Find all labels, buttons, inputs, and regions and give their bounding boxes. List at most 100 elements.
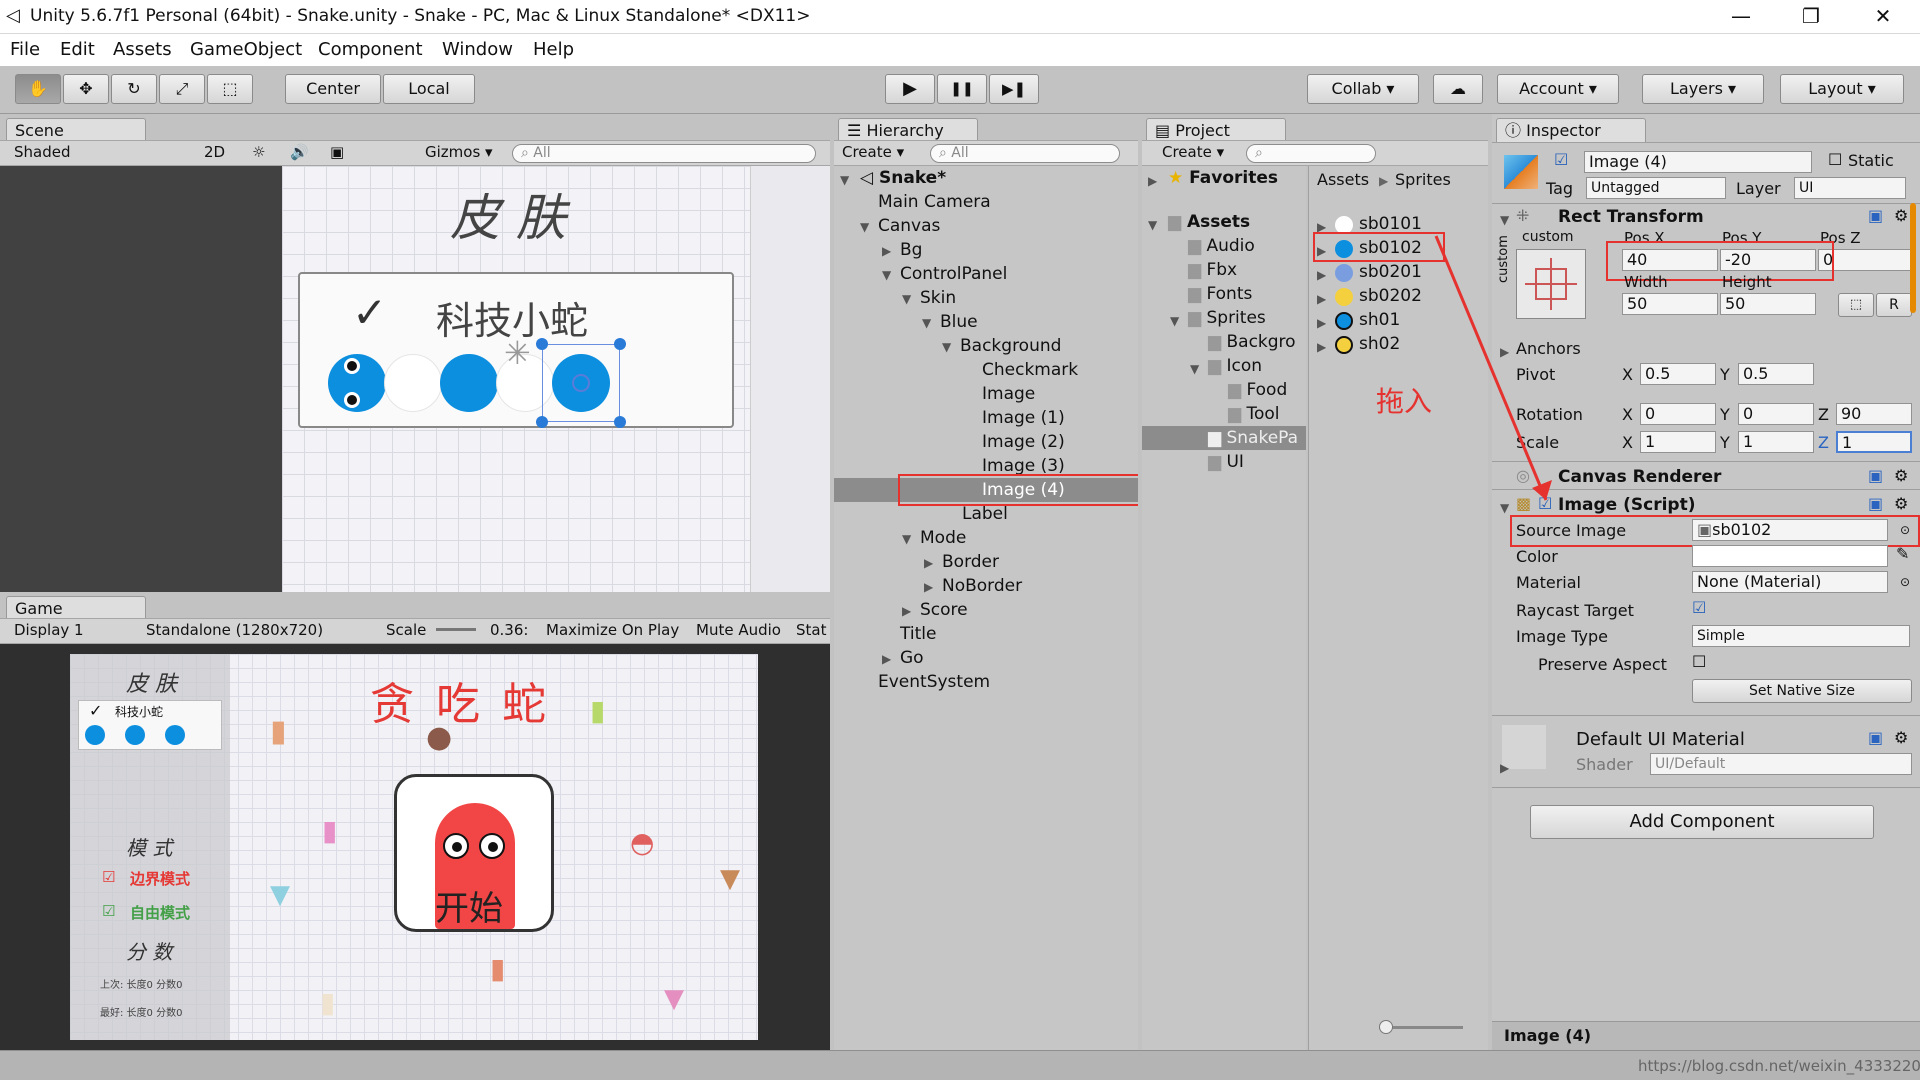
tab-project[interactable]: ▤ Project xyxy=(1146,118,1286,142)
scene-skin-panel[interactable]: ✓ 科技小蛇 ✳ xyxy=(298,272,734,428)
hierarchy-node[interactable]: Canvas xyxy=(878,216,940,236)
canvas-renderer-header[interactable]: Canvas Renderer xyxy=(1558,467,1721,487)
move-tool-button[interactable]: ✥ xyxy=(63,74,109,104)
set-native-size-button[interactable]: Set Native Size xyxy=(1692,679,1912,703)
image-type-dropdown[interactable]: Simple xyxy=(1692,625,1910,647)
pos-z-input[interactable]: 0 xyxy=(1818,249,1914,271)
close-button[interactable]: ✕ xyxy=(1852,0,1914,34)
assets-folder[interactable]: ▆ Assets xyxy=(1168,212,1250,232)
menu-window[interactable]: Window xyxy=(442,39,513,60)
folder-item[interactable]: ▆ Fonts xyxy=(1188,284,1252,304)
active-checkbox[interactable]: ☑ xyxy=(1554,151,1568,169)
shaded-dropdown[interactable]: Shaded xyxy=(14,143,71,161)
asset-file[interactable]: sh01 xyxy=(1359,310,1400,330)
image-enabled-checkbox[interactable]: ☑ xyxy=(1538,495,1552,513)
menu-component[interactable]: Component xyxy=(318,39,423,60)
image-script-header[interactable]: Image (Script) xyxy=(1558,495,1696,515)
audio-icon[interactable]: 🔊 xyxy=(290,143,309,161)
raycast-target-checkbox[interactable]: ☑ xyxy=(1692,599,1706,617)
step-button[interactable]: ▶❚ xyxy=(989,74,1039,104)
hierarchy-node[interactable]: Main Camera xyxy=(878,192,991,212)
hierarchy-node[interactable]: Border xyxy=(942,552,999,572)
rect-transform-header[interactable]: Rect Transform xyxy=(1558,207,1704,227)
anchors-foldout[interactable]: Anchors xyxy=(1516,339,1581,358)
preserve-aspect-checkbox[interactable]: ☐ xyxy=(1692,653,1706,671)
project-create-dropdown[interactable]: Create ▾ xyxy=(1162,143,1224,161)
folder-item[interactable]: ▆ Food xyxy=(1228,380,1287,400)
hierarchy-node-selected[interactable]: Image (4) xyxy=(982,480,1065,500)
game-mode-free-check[interactable]: ☑ xyxy=(102,902,115,920)
blueprint-mode-button[interactable]: ⬚ xyxy=(1838,293,1874,317)
pos-x-input[interactable]: 40 xyxy=(1622,249,1718,271)
pivot-center-button[interactable]: Center xyxy=(285,74,381,104)
height-input[interactable]: 50 xyxy=(1720,293,1816,315)
tab-inspector[interactable]: ⓘ Inspector xyxy=(1496,118,1646,142)
hierarchy-node[interactable]: Background xyxy=(960,336,1061,356)
asset-file[interactable]: sh02 xyxy=(1359,334,1400,354)
anchor-preset-button[interactable] xyxy=(1516,249,1586,319)
hierarchy-node[interactable]: NoBorder xyxy=(942,576,1022,596)
pause-button[interactable]: ❚❚ xyxy=(937,74,987,104)
rotate-tool-button[interactable]: ↻ xyxy=(111,74,157,104)
hierarchy-search-input[interactable]: ⌕ All xyxy=(930,144,1120,163)
material-field[interactable]: None (Material) xyxy=(1692,571,1888,593)
hierarchy-node[interactable]: EventSystem xyxy=(878,672,990,692)
icon-size-slider-thumb[interactable] xyxy=(1379,1020,1393,1034)
scene-canvas-view[interactable]: 皮 肤 ✓ 科技小蛇 ✳ xyxy=(282,166,830,592)
maximize-button[interactable]: ❐ xyxy=(1780,0,1842,34)
game-skin-panel[interactable]: ✓ 科技小蛇 xyxy=(78,700,222,750)
rotation-z-input[interactable]: 90 xyxy=(1836,403,1912,425)
layout-dropdown[interactable]: Layout ▾ xyxy=(1780,74,1904,104)
maximize-on-play-toggle[interactable]: Maximize On Play xyxy=(546,621,679,639)
pivot-local-button[interactable]: Local xyxy=(383,74,475,104)
game-mode-border-check[interactable]: ☑ xyxy=(102,868,115,886)
menu-gameobject[interactable]: GameObject xyxy=(190,39,302,60)
hierarchy-node[interactable]: Score xyxy=(920,600,968,620)
settings-gear-icon[interactable]: ⚙ xyxy=(1894,729,1908,747)
hierarchy-node[interactable]: Label xyxy=(962,504,1008,524)
display-dropdown[interactable]: Display 1 xyxy=(14,621,84,639)
folder-item-selected[interactable]: ▆ SnakePa xyxy=(1208,428,1298,448)
folder-item[interactable]: ▆ Fbx xyxy=(1188,260,1237,280)
help-book-icon[interactable]: ▣ xyxy=(1868,207,1883,225)
hierarchy-node[interactable]: Image (3) xyxy=(982,456,1065,476)
scene-search-input[interactable]: ⌕ All xyxy=(512,144,816,163)
account-dropdown[interactable]: Account ▾ xyxy=(1497,74,1619,104)
hierarchy-node[interactable]: ControlPanel xyxy=(900,264,1007,284)
breadcrumb-sprites[interactable]: Sprites xyxy=(1395,170,1451,189)
folder-item[interactable]: ▆ Icon xyxy=(1208,356,1262,376)
breadcrumb-assets[interactable]: Assets xyxy=(1317,170,1369,189)
effects-icon[interactable]: ▣ xyxy=(330,143,344,161)
object-picker-icon[interactable]: ⊙ xyxy=(1900,573,1910,591)
asset-file[interactable]: sb0201 xyxy=(1359,262,1422,282)
hierarchy-node[interactable]: Image (2) xyxy=(982,432,1065,452)
menu-help[interactable]: Help xyxy=(533,39,574,60)
scale-x-input[interactable]: 1 xyxy=(1640,431,1716,453)
hierarchy-node[interactable]: Skin xyxy=(920,288,956,308)
collab-dropdown[interactable]: Collab ▾ xyxy=(1307,74,1419,104)
2d-toggle[interactable]: 2D xyxy=(204,143,225,161)
pivot-y-input[interactable]: 0.5 xyxy=(1738,363,1814,385)
scale-z-input[interactable]: 1 xyxy=(1836,431,1912,453)
menu-file[interactable]: File xyxy=(10,39,40,60)
static-checkbox[interactable]: ☐ xyxy=(1828,151,1842,169)
lighting-icon[interactable]: ☼ xyxy=(252,143,265,161)
add-component-button[interactable]: Add Component xyxy=(1530,805,1874,839)
resolution-dropdown[interactable]: Standalone (1280x720) xyxy=(146,621,323,639)
tab-scene[interactable]: Scene xyxy=(6,118,146,142)
hand-tool-button[interactable]: ✋ xyxy=(15,74,61,104)
object-picker-icon[interactable]: ⊙ xyxy=(1900,521,1910,539)
favorites-folder[interactable]: ★ Favorites xyxy=(1168,168,1278,188)
settings-gear-icon[interactable]: ⚙ xyxy=(1894,207,1908,225)
hierarchy-node[interactable]: Blue xyxy=(940,312,978,332)
hierarchy-node[interactable]: Bg xyxy=(900,240,922,260)
scale-y-input[interactable]: 1 xyxy=(1738,431,1814,453)
eyedropper-icon[interactable]: ✎ xyxy=(1896,545,1909,563)
source-image-field[interactable]: ▣sb0102 xyxy=(1692,519,1888,541)
color-field[interactable] xyxy=(1692,545,1888,567)
raw-edit-button[interactable]: R xyxy=(1876,293,1912,317)
game-viewport[interactable]: 皮 肤 ✓ 科技小蛇 模 式 ☑ 边界模式 ☑ 自由模式 分 数 上次: 长度0… xyxy=(70,654,758,1040)
tag-dropdown[interactable]: Untagged xyxy=(1586,177,1726,199)
layer-dropdown[interactable]: UI xyxy=(1794,177,1906,199)
inspector-scrollbar[interactable] xyxy=(1910,203,1916,313)
